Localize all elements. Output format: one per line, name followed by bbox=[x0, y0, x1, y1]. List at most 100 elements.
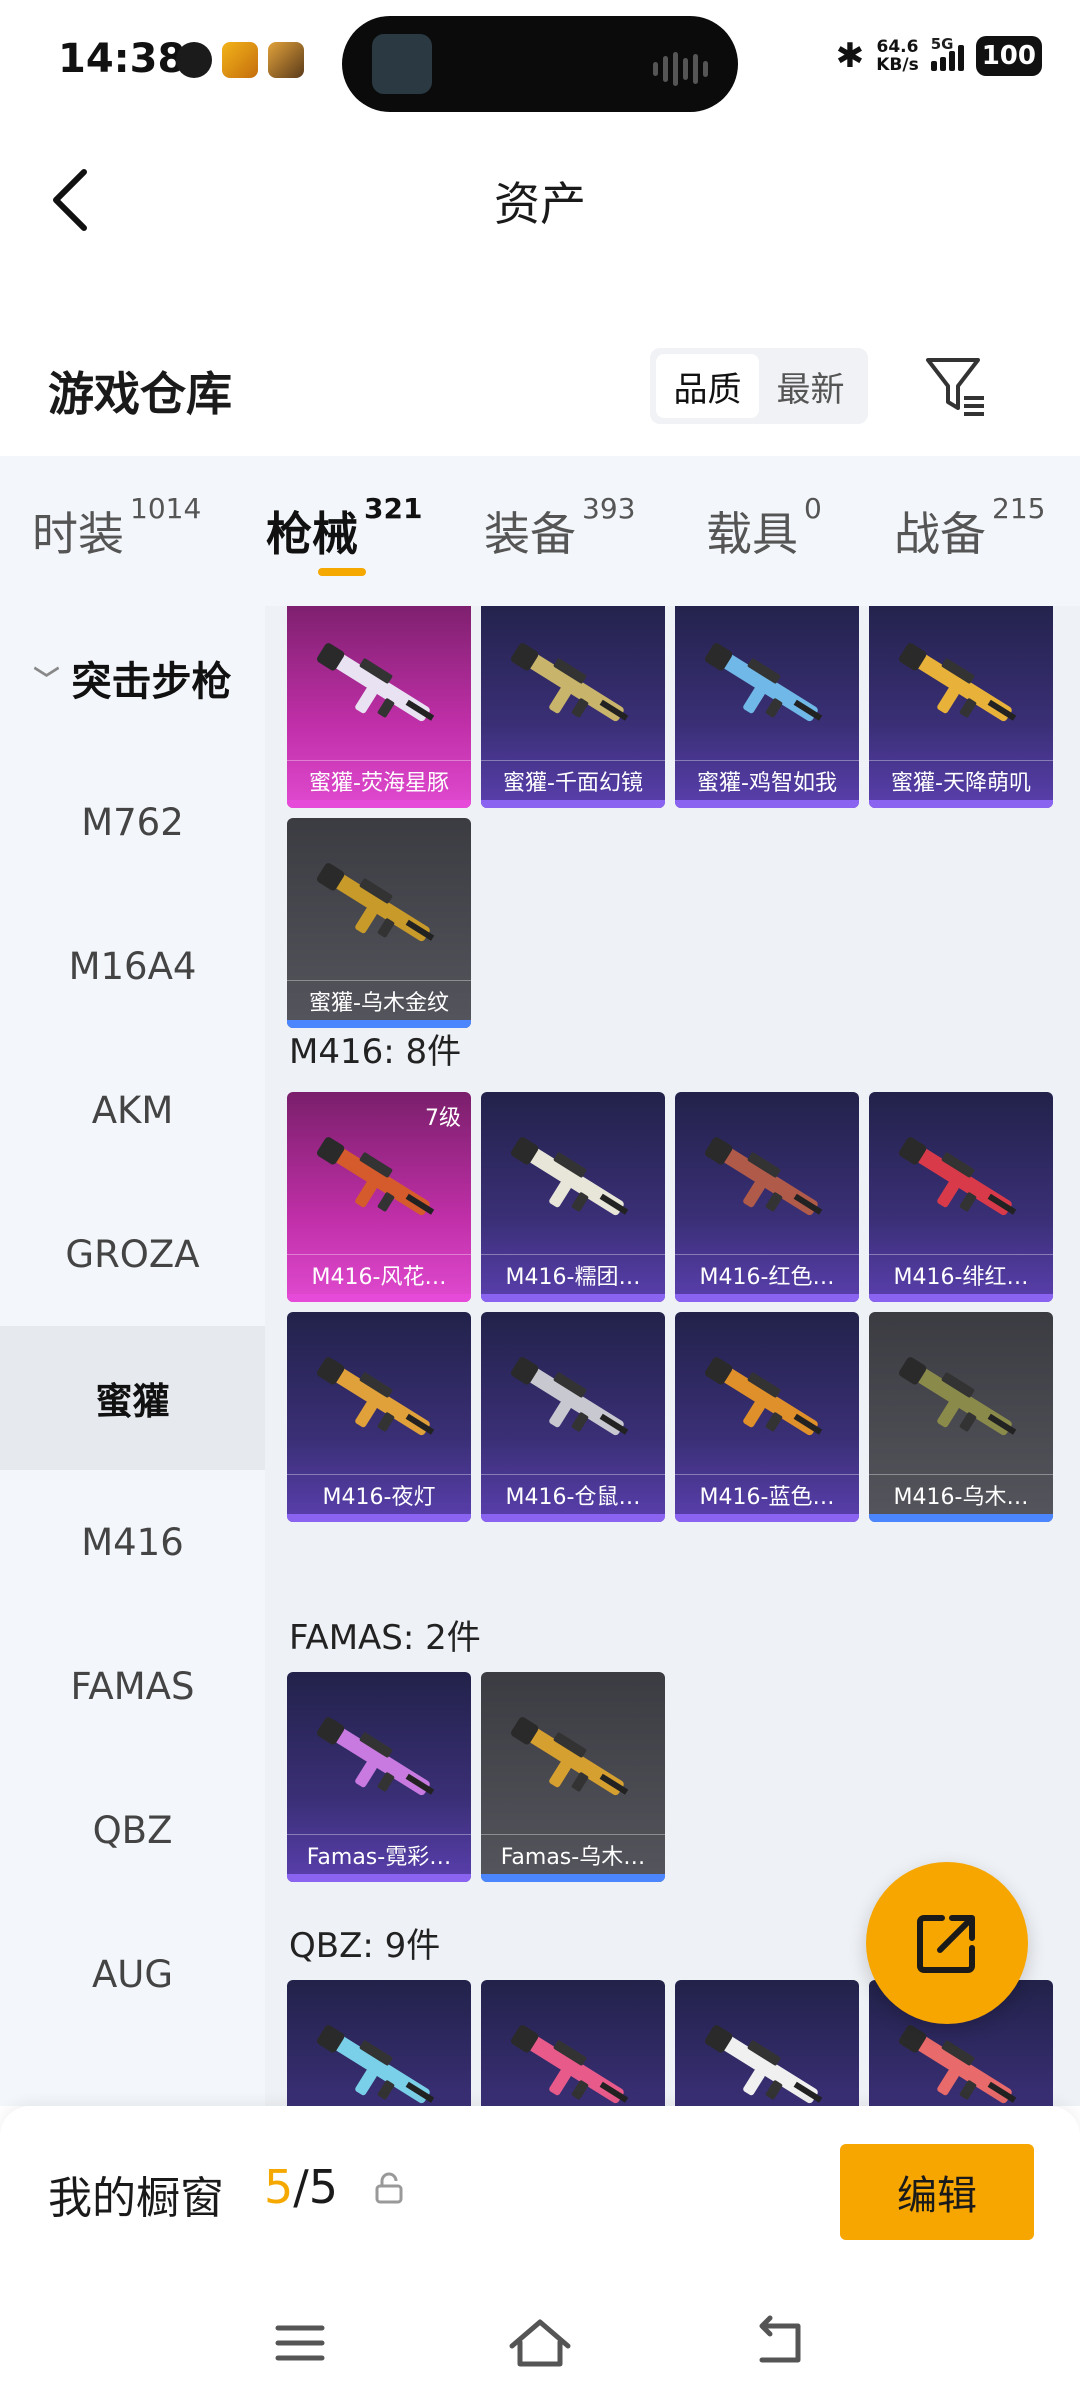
weapon-card[interactable]: M416-糯团… bbox=[481, 1092, 665, 1302]
weapon-name: M416-仓鼠… bbox=[481, 1474, 665, 1514]
weapon-image bbox=[705, 2025, 823, 2104]
weapon-name: Famas-霓彩… bbox=[287, 1834, 471, 1874]
weapon-card[interactable]: M416-蓝色… bbox=[675, 1312, 859, 1522]
rarity-bar bbox=[287, 800, 471, 808]
back-nav-icon[interactable] bbox=[740, 2308, 820, 2378]
weapon-card[interactable]: 7级 M416-风花… bbox=[287, 1092, 471, 1302]
weapon-name: M416-红色… bbox=[675, 1254, 859, 1294]
weapon-card[interactable]: 蜜獾-鸡智如我 bbox=[675, 606, 859, 808]
system-nav-bar bbox=[0, 2284, 1080, 2400]
sidebar-item[interactable]: AKM bbox=[0, 1038, 265, 1182]
rarity-bar bbox=[869, 1294, 1053, 1302]
sidebar-item[interactable]: M762 bbox=[0, 750, 265, 894]
weapon-card[interactable]: Famas-乌木… bbox=[481, 1672, 665, 1882]
sort-toggle: 品质 最新 bbox=[650, 348, 868, 424]
rarity-bar bbox=[675, 1294, 859, 1302]
media-thumbnail bbox=[372, 34, 432, 94]
audio-wave-icon bbox=[653, 52, 708, 86]
sidebar-item[interactable]: AUG bbox=[0, 1902, 265, 2046]
category-tabs: 时装 1014 枪械 321 装备 393 载具 0 战备 215 bbox=[0, 456, 1080, 606]
weapon-image bbox=[511, 2025, 629, 2104]
rarity-bar bbox=[869, 800, 1053, 808]
weapon-name: 蜜獾-鸡智如我 bbox=[675, 760, 859, 800]
weapon-card[interactable] bbox=[675, 1980, 859, 2106]
rarity-bar bbox=[675, 800, 859, 808]
weapon-image bbox=[899, 643, 1017, 722]
weapon-image bbox=[317, 1357, 435, 1436]
weapon-card[interactable]: M416-绯红… bbox=[869, 1092, 1053, 1302]
weapon-name: M416-糯团… bbox=[481, 1254, 665, 1294]
weapon-card[interactable]: 蜜獾-乌木金纹 bbox=[287, 818, 471, 1028]
share-icon bbox=[917, 1915, 975, 1973]
rarity-bar bbox=[869, 1514, 1053, 1522]
game-app-icon bbox=[268, 42, 304, 78]
rarity-bar bbox=[287, 1294, 471, 1302]
weapon-name: M416-蓝色… bbox=[675, 1474, 859, 1514]
rarity-bar bbox=[287, 1874, 471, 1882]
tab-equipment[interactable]: 装备 393 bbox=[484, 492, 635, 564]
weapon-image bbox=[511, 1717, 629, 1796]
game-app-icon bbox=[222, 42, 258, 78]
section-title-m416: M416: 8件 bbox=[289, 1032, 462, 1072]
status-right: ✱ 64.6 KB/s 5G 100 bbox=[835, 35, 1042, 76]
tab-outfits[interactable]: 时装 1014 bbox=[32, 492, 201, 564]
tab-supplies[interactable]: 战备 215 bbox=[894, 492, 1045, 564]
filter-icon[interactable] bbox=[920, 350, 990, 420]
weapon-name: Famas-乌木… bbox=[481, 1834, 665, 1874]
weapon-card[interactable]: 蜜獾-天降萌叽 bbox=[869, 606, 1053, 808]
showcase-label: 我的橱窗 bbox=[48, 2173, 224, 2224]
section-title-qbz: QBZ: 9件 bbox=[289, 1926, 441, 1966]
sidebar-item[interactable]: QBZ bbox=[0, 1758, 265, 1902]
home-icon[interactable] bbox=[500, 2308, 580, 2378]
weapon-card[interactable]: M416-仓鼠… bbox=[481, 1312, 665, 1522]
weapon-card[interactable]: Famas-霓彩… bbox=[287, 1672, 471, 1882]
weapon-name: M416-夜灯 bbox=[287, 1474, 471, 1514]
status-time: 14:38 bbox=[58, 36, 186, 82]
sidebar-category-assault-rifles[interactable]: ﹀ 突击步枪 bbox=[0, 606, 265, 750]
bluetooth-icon: ✱ bbox=[835, 36, 865, 76]
tab-vehicles[interactable]: 载具 0 bbox=[706, 492, 822, 564]
sidebar-item[interactable]: GROZA bbox=[0, 1182, 265, 1326]
weapon-image bbox=[899, 1357, 1017, 1436]
level-badge: 7级 bbox=[425, 1106, 461, 1131]
weapon-name: 蜜獾-天降萌叽 bbox=[869, 760, 1053, 800]
showcase-bar: 我的橱窗 5/5 编辑 bbox=[0, 2106, 1080, 2284]
sort-quality-button[interactable]: 品质 bbox=[656, 354, 759, 418]
weapon-card[interactable]: M416-红色… bbox=[675, 1092, 859, 1302]
weapon-name: 蜜獾-千面幻镜 bbox=[481, 760, 665, 800]
weapon-card[interactable] bbox=[287, 1980, 471, 2106]
lock-icon bbox=[375, 2172, 403, 2204]
weapon-card[interactable]: 蜜獾-千面幻镜 bbox=[481, 606, 665, 808]
weapon-card[interactable]: M416-乌木… bbox=[869, 1312, 1053, 1522]
weapon-card[interactable]: 蜜獾-荧海星豚 bbox=[287, 606, 471, 808]
weapon-image bbox=[705, 643, 823, 722]
weapon-name: M416-绯红… bbox=[869, 1254, 1053, 1294]
sidebar-item[interactable]: M16A4 bbox=[0, 894, 265, 1038]
weapon-image bbox=[317, 643, 435, 722]
rarity-bar bbox=[675, 1514, 859, 1522]
weapon-image bbox=[511, 1357, 629, 1436]
rarity-bar bbox=[481, 1874, 665, 1882]
weapon-image bbox=[317, 2025, 435, 2104]
menu-icon[interactable] bbox=[260, 2308, 340, 2378]
rarity-bar bbox=[481, 1294, 665, 1302]
sort-newest-button[interactable]: 最新 bbox=[759, 354, 862, 418]
weapon-image bbox=[899, 2025, 1017, 2104]
weapon-image bbox=[317, 863, 435, 942]
weapon-image bbox=[317, 1137, 435, 1216]
weapon-card[interactable]: M416-夜灯 bbox=[287, 1312, 471, 1522]
weapon-name: M416-风花… bbox=[287, 1254, 471, 1294]
rarity-bar bbox=[287, 1514, 471, 1522]
edit-button[interactable]: 编辑 bbox=[840, 2144, 1034, 2240]
sidebar-item[interactable]: FAMAS bbox=[0, 1614, 265, 1758]
active-tab-indicator bbox=[318, 568, 366, 576]
tab-guns[interactable]: 枪械 321 bbox=[266, 492, 422, 564]
sidebar-item[interactable]: M416 bbox=[0, 1470, 265, 1614]
dynamic-island[interactable] bbox=[342, 16, 738, 112]
weapon-card[interactable] bbox=[481, 1980, 665, 2106]
weapon-type-sidebar: ﹀ 突击步枪 M762 M16A4 AKM GROZA 蜜獾 M416 FAMAS QBZ AU… bbox=[0, 606, 265, 2106]
sidebar-item[interactable]: 蜜獾 bbox=[0, 1326, 265, 1470]
rarity-bar bbox=[481, 800, 665, 808]
weapon-image bbox=[705, 1357, 823, 1436]
share-button[interactable] bbox=[866, 1862, 1028, 2024]
